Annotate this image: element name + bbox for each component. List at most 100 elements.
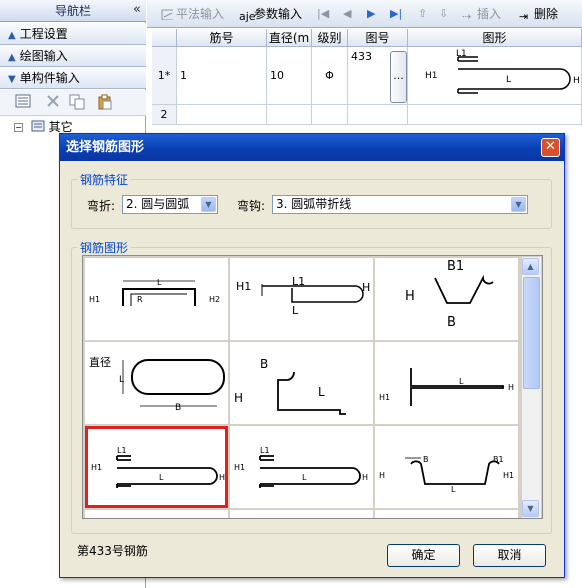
close-button[interactable]: ✕ <box>541 138 560 157</box>
paste-icon[interactable] <box>96 94 114 112</box>
shape-cell[interactable]: H1 L1 L H <box>408 47 582 105</box>
label-h: H <box>362 281 370 294</box>
hook-label: 弯钩: <box>237 199 266 213</box>
next-record-icon[interactable]: ▶ <box>367 5 375 23</box>
prev-record-icon[interactable]: ◀ <box>343 5 351 23</box>
list-icon[interactable] <box>14 94 32 112</box>
param-input-button[interactable]: aje参数输入 <box>239 5 302 23</box>
label-h1: H1 <box>503 471 514 480</box>
insert-button[interactable]: ⇢ 插入 <box>462 5 501 23</box>
arrow-down-icon: ▼ <box>8 74 16 85</box>
delete-button[interactable]: ⇥ 删除 <box>519 5 558 23</box>
move-down-icon[interactable]: ⇩ <box>439 5 448 23</box>
nav-item-drawing-input[interactable]: ▲ 绘图输入 <box>0 45 146 67</box>
label-l1: L1 <box>292 275 305 288</box>
column-header[interactable]: 图号 <box>348 29 408 47</box>
shape-option-partial[interactable] <box>230 510 373 518</box>
figure-picker-button[interactable]: ... <box>390 51 407 103</box>
delete-label: 删除 <box>534 7 559 21</box>
grade-cell[interactable]: Φ <box>312 47 348 105</box>
bar-number-cell[interactable] <box>177 105 267 125</box>
label-b1: B1 <box>447 259 464 274</box>
figure-number-cell[interactable] <box>348 105 408 125</box>
nav-item-label: 绘图输入 <box>19 49 68 63</box>
scroll-thumb[interactable] <box>523 277 540 389</box>
bend-select[interactable]: 2. 圆与圆弧 ▼ <box>122 195 218 214</box>
hook-line-shape-icon: H1 L1 L H <box>236 275 370 317</box>
last-record-icon[interactable]: ▶| <box>390 5 402 23</box>
shape-option-partial[interactable] <box>85 510 228 518</box>
nav-item-label: 单构件输入 <box>19 71 80 85</box>
hook-select[interactable]: 3. 圆弧带折线 ▼ <box>272 195 528 214</box>
shape-option-433b[interactable]: H1 L1 L H <box>230 426 373 508</box>
shapes-group-label: 钢筋图形 <box>77 239 132 256</box>
bend-select-value: 2. 圆与圆弧 <box>126 197 190 211</box>
folder-icon <box>31 120 45 132</box>
chevron-down-icon[interactable]: ▼ <box>511 197 526 212</box>
shape-option-l-hook[interactable]: B H L <box>230 342 373 424</box>
move-up-icon[interactable]: ⇧ <box>418 5 427 23</box>
shape-option-stadium[interactable]: 直径 L B <box>85 342 228 424</box>
bar-number-cell[interactable]: 1 <box>177 47 267 105</box>
label-b: B <box>447 315 456 330</box>
shape-option-double-bar[interactable]: H1 L H <box>375 342 518 424</box>
status-text: 第433号钢筋 <box>77 544 148 558</box>
dialog-title-bar[interactable]: 选择钢筋图形 <box>60 134 564 161</box>
grade-cell[interactable] <box>312 105 348 125</box>
label-b: B <box>260 357 268 371</box>
stadium-shape-icon: 直径 L B <box>89 355 225 413</box>
row-number[interactable]: 2 <box>152 105 177 125</box>
insert-label: 插入 <box>477 7 502 21</box>
features-group-label: 钢筋特征 <box>77 171 132 188</box>
label-b: B <box>175 403 181 413</box>
cancel-button[interactable]: 取消 <box>473 544 546 567</box>
shape-option-u-frame[interactable]: L H1 R H2 <box>85 258 228 340</box>
arrow-up-icon: ▲ <box>8 30 16 41</box>
label-l: L <box>318 385 325 399</box>
nav-item-project-settings[interactable]: ▲ 工程设置 <box>0 23 146 45</box>
shape-cell[interactable] <box>408 105 582 125</box>
shape-option-433[interactable]: H1 L1 L H <box>85 426 228 508</box>
column-header[interactable]: 图形 <box>408 29 582 47</box>
figure-number-value: 433 <box>351 50 372 63</box>
shape-option-partial[interactable] <box>375 510 518 518</box>
label-h: H <box>234 391 243 405</box>
shape-option-tray[interactable]: B B1 H L H1 <box>375 426 518 508</box>
row-number-header <box>152 29 177 47</box>
shape-433-preview-icon: H1 L1 L H <box>425 49 580 94</box>
first-record-icon[interactable]: |◀ <box>317 5 329 23</box>
diameter-cell[interactable] <box>267 105 312 125</box>
chevron-down-icon[interactable]: ▼ <box>201 197 216 212</box>
nav-item-single-component-input[interactable]: ▼ 单构件输入 <box>0 67 146 89</box>
row-number[interactable]: 1* <box>152 47 177 105</box>
flat-input-button[interactable]: 平法输入 <box>161 5 224 23</box>
diameter-cell[interactable]: 10 <box>267 47 312 105</box>
collapse-tree-icon[interactable]: − <box>14 123 23 132</box>
label-b: B <box>423 455 429 464</box>
label-l: L <box>292 304 299 317</box>
l-hook-shape-icon: B H L <box>234 357 346 415</box>
column-header[interactable]: 直径(m <box>267 29 312 47</box>
label-h1: H1 <box>379 393 390 402</box>
nav-item-label: 工程设置 <box>19 27 68 41</box>
shape-433b-icon: H1 L1 L H <box>234 446 368 488</box>
collapse-icon[interactable]: « <box>133 2 141 17</box>
label-l1: L1 <box>260 446 270 455</box>
label-h1: H1 <box>234 463 245 472</box>
column-header[interactable]: 筋号 <box>177 29 267 47</box>
shape-option-hook-line[interactable]: H1 L1 L H <box>230 258 373 340</box>
copy-icon[interactable] <box>68 94 86 112</box>
tray-shape-icon: B B1 H L H1 <box>379 455 514 494</box>
column-header[interactable]: 级别 <box>312 29 348 47</box>
gallery-scrollbar[interactable]: ▲ ▼ <box>522 257 541 518</box>
shape-option-bowl[interactable]: B1 H B <box>375 258 518 340</box>
nav-title-text: 导航栏 <box>54 4 91 18</box>
label-diameter: 直径 <box>89 355 111 369</box>
label-l: L <box>451 485 456 494</box>
delete-icon[interactable] <box>44 94 62 112</box>
scroll-up-icon[interactable]: ▲ <box>522 258 539 275</box>
nav-toolbar <box>0 90 146 116</box>
flat-input-label: 平法输入 <box>176 7 225 21</box>
scroll-down-icon[interactable]: ▼ <box>522 500 539 517</box>
ok-button[interactable]: 确定 <box>387 544 460 567</box>
